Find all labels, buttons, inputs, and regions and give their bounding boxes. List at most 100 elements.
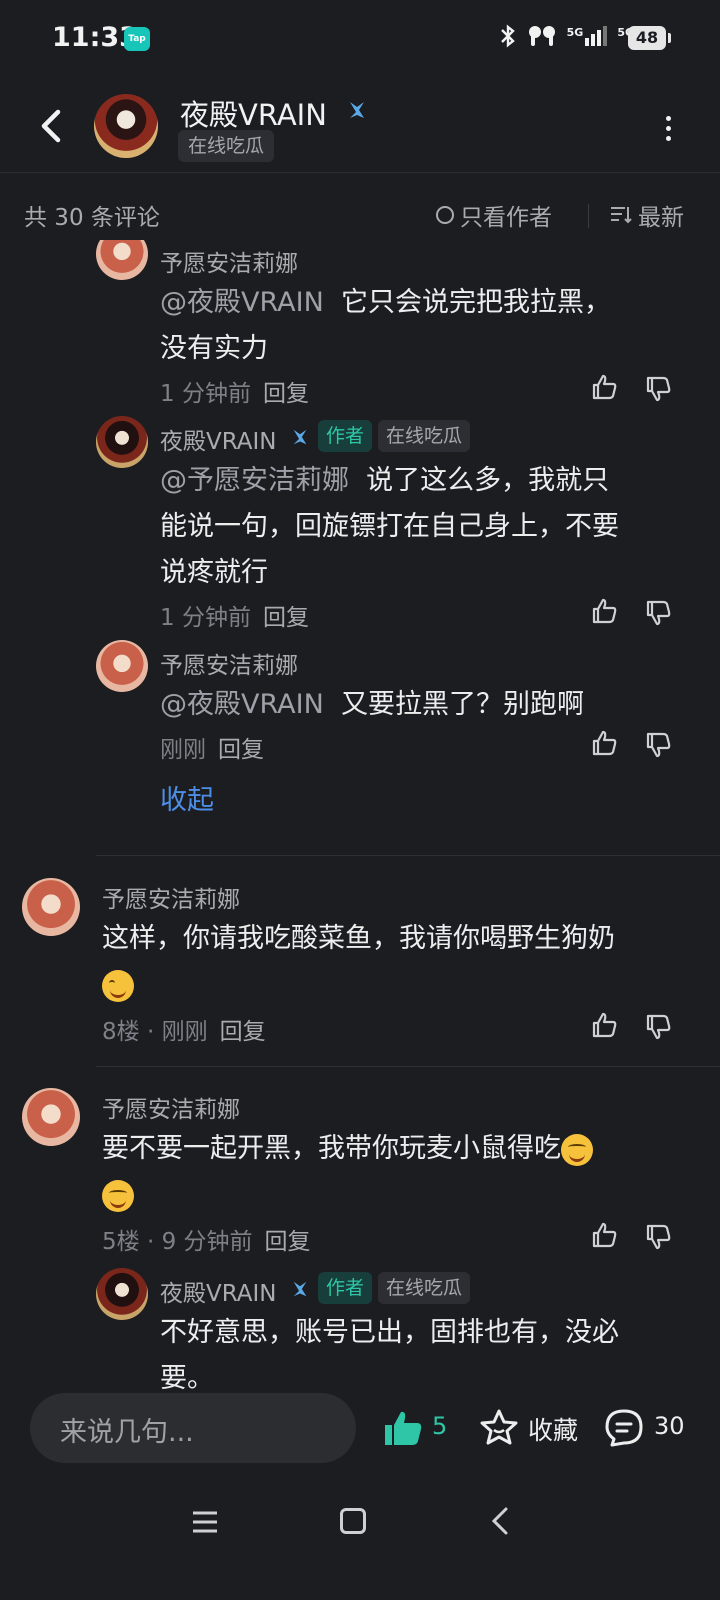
comment-meta: 刚刚 回复 xyxy=(160,730,264,764)
online-tag: 在线吃瓜 xyxy=(378,1272,471,1304)
comment-line: 说了这么多，我就只 xyxy=(366,465,610,496)
comment-text: @夜殿VRAIN 它只会说完把我拉黑， 没有实力 xyxy=(160,280,680,372)
floor-number: 5楼 xyxy=(102,1229,140,1255)
comment-line: 能说一句，回旋镖打在自己身上，不要 xyxy=(160,511,619,542)
author-only-toggle[interactable]: 只看作者 xyxy=(436,198,552,232)
commenter-name[interactable]: 予愿安洁莉娜 xyxy=(160,646,298,680)
thumbs-up-icon[interactable] xyxy=(590,596,620,626)
comment-text: 这样，你请我吃酸菜鱼，我请你喝野生狗奶 xyxy=(102,916,692,1008)
comment-divider xyxy=(96,855,720,856)
thumbs-down-icon[interactable] xyxy=(644,374,674,404)
mention[interactable]: @夜殿VRAIN xyxy=(160,689,324,720)
like-icon[interactable] xyxy=(382,1408,424,1448)
earbuds-icon xyxy=(528,26,555,46)
comment-line: 要不要一起开黑，我带你玩麦小鼠得吃 xyxy=(102,1133,561,1164)
thumbs-up-icon[interactable] xyxy=(590,1220,620,1250)
commenter-avatar[interactable] xyxy=(96,240,148,280)
home-button-icon[interactable] xyxy=(340,1508,366,1534)
taptap-icon: Tap xyxy=(124,27,150,51)
commenter-name[interactable]: 予愿安洁莉娜 xyxy=(160,244,298,278)
comment-line: 没有实力 xyxy=(160,333,268,364)
sort-latest-label: 最新 xyxy=(638,205,684,231)
reply-button[interactable]: 回复 xyxy=(263,381,309,407)
comment-time: 刚刚 xyxy=(161,1019,208,1045)
comment-line: 这样，你请我吃酸菜鱼，我请你喝野生狗奶 xyxy=(102,923,615,954)
comment-meta: 1 分钟前 回复 xyxy=(160,374,309,408)
comment-count: 30 xyxy=(654,1412,685,1440)
back-arrow-icon[interactable] xyxy=(34,102,74,150)
more-options-icon[interactable] xyxy=(662,116,674,146)
comment-meta: 1 分钟前 回复 xyxy=(160,598,309,632)
comment-time: 1 分钟前 xyxy=(160,605,251,631)
author-name[interactable]: 夜殿VRAIN xyxy=(180,92,327,134)
sort-list-icon xyxy=(611,207,632,224)
comment-time: 1 分钟前 xyxy=(160,381,251,407)
commenter-name[interactable]: 予愿安洁莉娜 xyxy=(102,880,240,914)
comment-line: 又要拉黑了？别跑啊 xyxy=(340,689,584,720)
comment-meta: 5楼 · 9 分钟前 回复 xyxy=(102,1229,311,1255)
favorite-label[interactable]: 收藏 xyxy=(528,1411,578,1447)
reply-button[interactable]: 回复 xyxy=(218,737,264,763)
author-status-tag: 在线吃瓜 xyxy=(178,130,275,162)
author-avatar[interactable] xyxy=(94,94,158,158)
grin-emoji-icon xyxy=(102,969,134,1002)
thumbs-down-icon[interactable] xyxy=(644,1012,674,1042)
verified-badge-icon xyxy=(293,429,307,445)
comment-bubble-icon[interactable] xyxy=(604,1408,644,1448)
reply-button[interactable]: 回复 xyxy=(265,1229,311,1255)
commenter-avatar[interactable] xyxy=(22,878,80,936)
thumbs-up-icon[interactable] xyxy=(590,728,620,758)
comment-line: 说疼就行 xyxy=(160,557,268,588)
commenter-avatar[interactable] xyxy=(96,416,148,468)
author-badge: 作者 xyxy=(318,1272,373,1304)
online-tag: 在线吃瓜 xyxy=(378,420,471,452)
sort-separator xyxy=(588,204,589,228)
sort-latest-button[interactable]: 最新 xyxy=(610,198,684,232)
thumbs-down-icon[interactable] xyxy=(644,1222,674,1252)
like-count: 5 xyxy=(432,1412,448,1440)
comment-input-placeholder[interactable]: 来说几句... xyxy=(60,1410,194,1449)
thumbs-up-icon[interactable] xyxy=(590,1010,620,1040)
verified-badge-icon xyxy=(350,102,364,118)
status-bar: 11:33 Tap 5G 5G 48 xyxy=(0,0,720,78)
radio-circle-icon xyxy=(436,206,454,224)
nav-back-icon[interactable] xyxy=(490,1506,510,1536)
commenter-avatar[interactable] xyxy=(22,1088,80,1146)
smirk-emoji-icon xyxy=(561,1133,593,1166)
signal-1-icon: 5G xyxy=(567,26,608,46)
network-type-1: 5G xyxy=(566,26,584,39)
reply-button[interactable]: 回复 xyxy=(263,605,309,631)
mention[interactable]: @夜殿VRAIN xyxy=(160,287,324,318)
thumbs-up-icon[interactable] xyxy=(590,372,620,402)
star-icon[interactable] xyxy=(480,1408,518,1446)
smirk-emoji-icon xyxy=(102,1179,134,1212)
bluetooth-icon xyxy=(500,24,515,48)
mention[interactable]: @予愿安洁莉娜 xyxy=(160,465,349,496)
author-only-label: 只看作者 xyxy=(460,205,552,231)
comment-text: 不好意思，账号已出，固排也有，没必 要。 xyxy=(160,1310,690,1402)
commenter-name[interactable]: 夜殿VRAIN xyxy=(160,1274,277,1308)
commenter-avatar[interactable] xyxy=(96,640,148,692)
comment-line: 不好意思，账号已出，固排也有，没必 xyxy=(160,1317,619,1348)
comment-time: 刚刚 xyxy=(160,737,206,763)
header-divider xyxy=(0,172,720,173)
battery-icon: 48 xyxy=(628,26,671,50)
floor-number: 8楼 xyxy=(102,1019,140,1045)
comment-text: @予愿安洁莉娜 说了这么多，我就只 能说一句，回旋镖打在自己身上，不要 说疼就行 xyxy=(160,458,690,596)
comment-meta: 8楼 · 刚刚 回复 xyxy=(102,1019,266,1045)
comment-text: 要不要一起开黑，我带你玩麦小鼠得吃 xyxy=(102,1126,692,1218)
comment-count-label: 共 30 条评论 xyxy=(24,205,160,231)
commenter-name[interactable]: 夜殿VRAIN xyxy=(160,422,277,456)
reply-button[interactable]: 回复 xyxy=(220,1019,266,1045)
comment-line: 它只会说完把我拉黑， xyxy=(340,287,611,318)
recent-apps-icon[interactable] xyxy=(192,1510,218,1534)
commenter-name[interactable]: 予愿安洁莉娜 xyxy=(102,1090,240,1124)
commenter-avatar[interactable] xyxy=(96,1268,148,1320)
comment-line: 要。 xyxy=(160,1363,214,1394)
author-badge: 作者 xyxy=(318,420,373,452)
comment-divider xyxy=(96,1066,720,1067)
verified-badge-icon xyxy=(293,1281,307,1297)
thumbs-down-icon[interactable] xyxy=(644,598,674,628)
collapse-replies-link[interactable]: 收起 xyxy=(160,778,214,817)
thumbs-down-icon[interactable] xyxy=(644,730,674,760)
